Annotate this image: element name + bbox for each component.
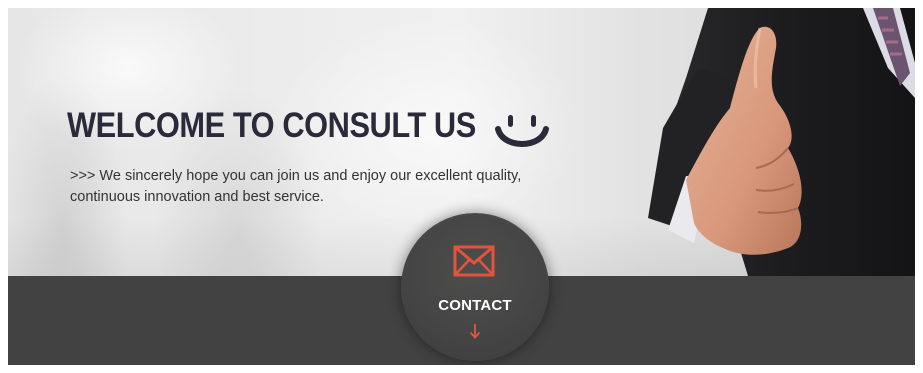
consult-banner: WELCOME TO CONSULT US >>> We sincerely h… <box>8 8 915 365</box>
headline-row: WELCOME TO CONSULT US <box>67 106 532 146</box>
envelope-icon <box>453 245 495 277</box>
page-title: WELCOME TO CONSULT US <box>67 106 476 145</box>
arrow-down-icon <box>469 324 481 339</box>
subtitle-line-2: continuous innovation and best service. <box>70 189 324 205</box>
hero-subtitle: >>> We sincerely hope you can join us an… <box>70 166 590 208</box>
contact-button[interactable]: CONTACT <box>401 213 549 361</box>
subtitle-line-1: >>> We sincerely hope you can join us an… <box>70 168 522 184</box>
smiley-icon <box>495 115 549 147</box>
contact-label: CONTACT <box>438 297 512 314</box>
businessman-handshake-image <box>648 8 915 276</box>
